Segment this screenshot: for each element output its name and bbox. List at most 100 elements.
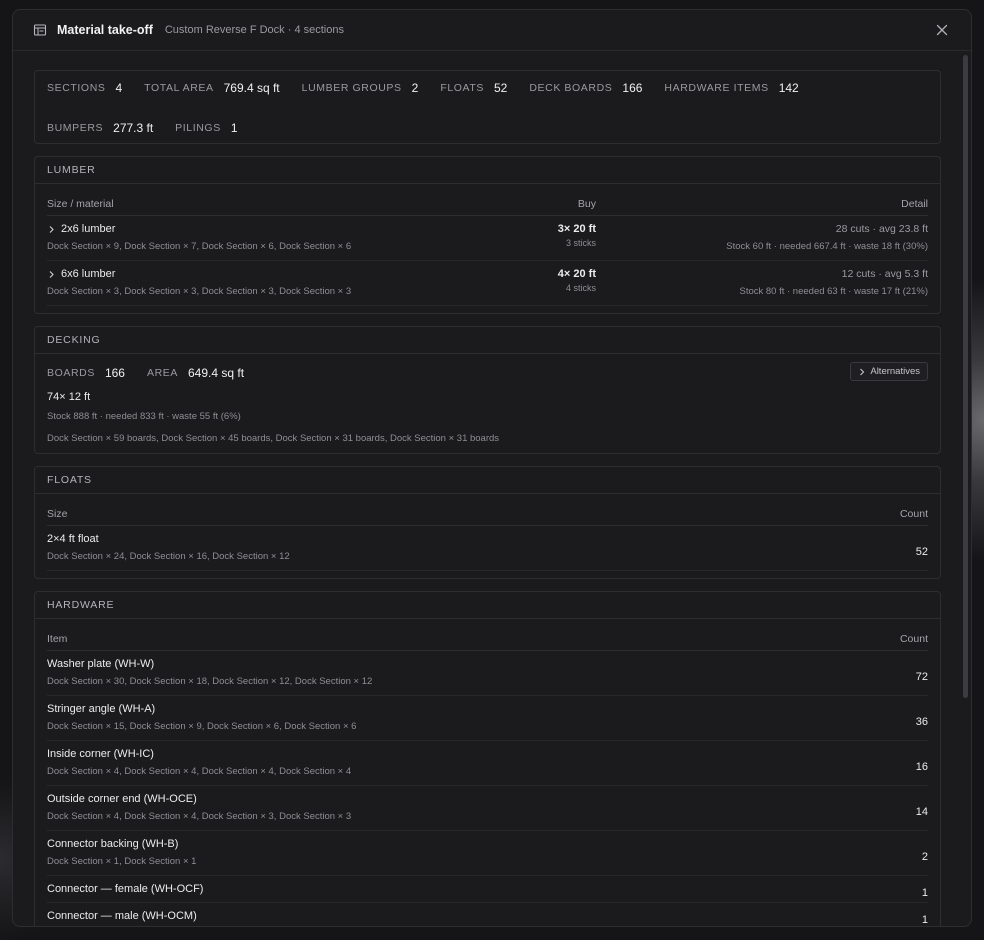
stat-value: 142 (778, 80, 799, 95)
col-item: Item (47, 633, 68, 645)
stat-total-area: TOTAL AREA 769.4 sq ft (144, 71, 279, 104)
col-size: Size (47, 508, 68, 520)
lumber-sticks: 3 sticks (565, 238, 596, 248)
lumber-buy: 3× 20 ft (557, 223, 596, 235)
table-header: Size Count (47, 494, 928, 526)
stat-label: SECTIONS (47, 81, 106, 94)
stat-area: AREA 649.4 sq ft (147, 354, 244, 391)
hardware-card: HARDWARE Item Count Washer plate (WH-W) … (34, 591, 941, 926)
stat-lumber-groups: LUMBER GROUPS 2 (302, 71, 419, 104)
decking-boards-line: 74× 12 ft (47, 391, 91, 403)
hardware-name: Stringer angle (WH-A) (47, 703, 156, 715)
stat-label: LUMBER GROUPS (301, 81, 402, 94)
alternatives-button[interactable]: Alternatives (850, 362, 928, 381)
float-sections: Dock Section × 24, Dock Section × 16, Do… (47, 551, 290, 562)
dialog-header: Material take-off Custom Reverse F Dock … (13, 10, 971, 51)
hardware-name: Outside corner end (WH-OCE) (47, 793, 197, 805)
table-row: Connector — male (WH-OCM) 1 (47, 903, 928, 926)
stat-value: 166 (104, 365, 125, 380)
chevron-right-icon[interactable] (47, 225, 56, 234)
hardware-name: Connector — female (WH-OCF) (47, 883, 204, 895)
stat-floats: FLOATS 52 (440, 71, 507, 104)
lumber-stock: Stock 60 ft · needed 667.4 ft · waste 18… (726, 241, 928, 252)
hardware-sections: Dock Section × 4, Dock Section × 4, Dock… (47, 766, 352, 777)
hardware-name: Connector — male (WH-OCM) (47, 910, 197, 922)
table-row: 2×4 ft float Dock Section × 24, Dock Sec… (47, 526, 928, 571)
section-title: HARDWARE (35, 592, 940, 619)
summary-row-2: BUMPERS 277.3 ft PILINGS 1 (47, 111, 928, 144)
lumber-sections: Dock Section × 3, Dock Section × 3, Dock… (47, 286, 352, 297)
table-row: Connector — female (WH-OCF) 1 (47, 876, 928, 903)
hardware-name: Connector backing (WH-B) (47, 838, 179, 850)
hardware-count: 1 (921, 913, 928, 926)
table-row: Washer plate (WH-W) Dock Section × 30, D… (47, 651, 928, 696)
table-row[interactable]: 2x6 lumber Dock Section × 9, Dock Sectio… (47, 216, 928, 261)
col-detail: Detail (901, 198, 928, 210)
stat-label: BUMPERS (47, 121, 104, 134)
section-title: LUMBER (35, 157, 940, 184)
table-header: Item Count (47, 619, 928, 651)
stat-label: AREA (146, 366, 178, 379)
col-buy: Buy (577, 198, 596, 210)
stat-boards: BOARDS 166 (47, 354, 125, 391)
decking-card: DECKING BOARDS 166 AREA 649.4 sq ft Alte… (34, 326, 941, 454)
dialog-body: SECTIONS 4 TOTAL AREA 769.4 sq ft LUMBER… (13, 52, 971, 926)
stat-value: 2 (411, 80, 419, 95)
chevron-right-icon (858, 368, 866, 376)
stat-value: 1 (230, 120, 238, 135)
stat-value: 166 (622, 80, 643, 95)
section-title: FLOATS (35, 467, 940, 494)
table-header: Size / material Buy Detail (47, 184, 928, 216)
lumber-table: Size / material Buy Detail 2x6 lumber Do… (35, 184, 940, 306)
stat-label: TOTAL AREA (144, 81, 214, 94)
lumber-stock: Stock 80 ft · needed 63 ft · waste 17 ft… (739, 286, 928, 297)
lumber-card: LUMBER Size / material Buy Detail 2x6 lu… (34, 156, 941, 314)
table-row: Stringer angle (WH-A) Dock Section × 15,… (47, 696, 928, 741)
hardware-count: 72 (915, 670, 928, 683)
floats-card: FLOATS Size Count 2×4 ft float Dock Sect… (34, 466, 941, 579)
hardware-count: 14 (915, 805, 928, 818)
alternatives-label: Alternatives (870, 366, 920, 377)
material-takeoff-dialog: Material take-off Custom Reverse F Dock … (12, 9, 972, 927)
stat-value: 769.4 sq ft (223, 80, 280, 95)
decking-body: BOARDS 166 AREA 649.4 sq ft Alternatives… (35, 354, 940, 453)
table-row: Outside corner end (WH-OCE) Dock Section… (47, 786, 928, 831)
stat-value: 649.4 sq ft (187, 365, 245, 380)
floats-table: Size Count 2×4 ft float Dock Section × 2… (35, 494, 940, 571)
decking-sections: Dock Section × 59 boards, Dock Section ×… (47, 433, 500, 444)
hardware-table: Item Count Washer plate (WH-W) Dock Sect… (35, 619, 940, 926)
col-size-material: Size / material (47, 198, 114, 210)
lumber-buy: 4× 20 ft (557, 268, 596, 280)
stat-bumpers: BUMPERS 277.3 ft (47, 111, 153, 144)
stat-label: DECK BOARDS (529, 81, 613, 94)
col-count: Count (899, 508, 928, 520)
table-row: Inside corner (WH-IC) Dock Section × 4, … (47, 741, 928, 786)
close-button[interactable] (933, 21, 951, 39)
dialog-title: Material take-off (57, 23, 153, 37)
lumber-sections: Dock Section × 9, Dock Section × 7, Dock… (47, 241, 352, 252)
col-count: Count (899, 633, 928, 645)
stat-hardware-items: HARDWARE ITEMS 142 (664, 71, 798, 104)
stat-label: FLOATS (440, 81, 484, 94)
hardware-count: 36 (915, 715, 928, 728)
summary-card: SECTIONS 4 TOTAL AREA 769.4 sq ft LUMBER… (34, 70, 941, 144)
lumber-name: 6x6 lumber (61, 268, 116, 280)
lumber-cuts: 28 cuts · avg 23.8 ft (835, 223, 928, 235)
hardware-sections: Dock Section × 1, Dock Section × 1 (47, 856, 197, 867)
stat-value: 277.3 ft (113, 120, 154, 135)
lumber-name: 2x6 lumber (61, 223, 116, 235)
stat-value: 4 (115, 80, 123, 95)
float-name: 2×4 ft float (47, 533, 99, 545)
lumber-cuts: 12 cuts · avg 5.3 ft (841, 268, 928, 280)
hardware-count: 16 (915, 760, 928, 773)
stat-pilings: PILINGS 1 (175, 111, 237, 144)
hardware-name: Inside corner (WH-IC) (47, 748, 154, 760)
stat-label: PILINGS (175, 121, 221, 134)
table-row: Connector backing (WH-B) Dock Section × … (47, 831, 928, 876)
chevron-right-icon[interactable] (47, 270, 56, 279)
stat-label: HARDWARE ITEMS (664, 81, 769, 94)
table-row[interactable]: 6x6 lumber Dock Section × 3, Dock Sectio… (47, 261, 928, 306)
stat-label: BOARDS (47, 366, 95, 379)
stat-value: 52 (493, 80, 508, 95)
decking-stock: Stock 888 ft · needed 833 ft · waste 55 … (47, 411, 241, 422)
